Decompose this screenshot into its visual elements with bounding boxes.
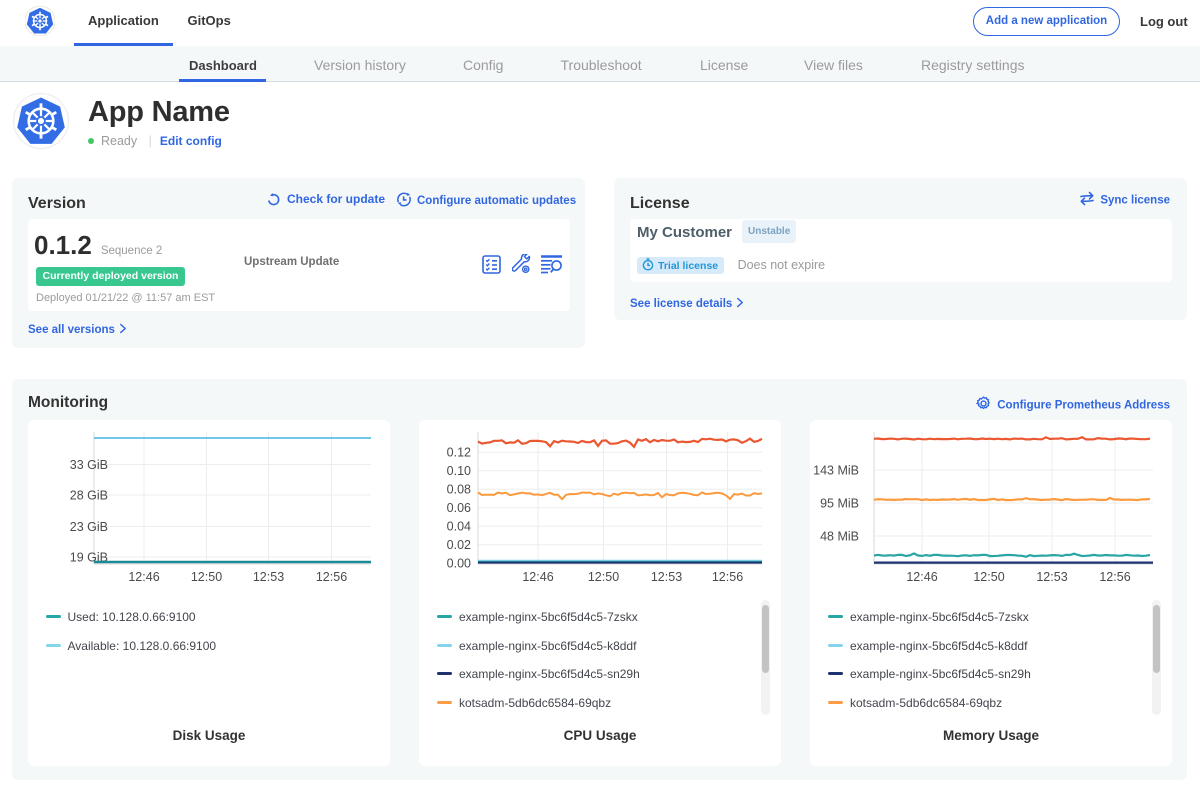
svg-text:12:56: 12:56 [712,570,743,584]
svg-text:0.12: 0.12 [447,446,471,460]
svg-text:33 GiB: 33 GiB [70,458,108,472]
svg-text:12:46: 12:46 [906,570,937,584]
svg-text:0.00: 0.00 [447,557,471,571]
svg-text:48 MiB: 48 MiB [820,530,859,544]
svg-text:12:53: 12:53 [1036,570,1067,584]
svg-text:28 GiB: 28 GiB [70,489,108,503]
svg-text:12:56: 12:56 [316,570,347,584]
svg-text:0.02: 0.02 [447,538,471,552]
svg-text:12:50: 12:50 [191,570,222,584]
svg-text:12:46: 12:46 [522,570,553,584]
svg-text:0.06: 0.06 [447,501,471,515]
svg-text:143 MiB: 143 MiB [813,464,859,478]
svg-text:12:53: 12:53 [253,570,284,584]
svg-text:0.04: 0.04 [447,520,471,534]
svg-text:12:46: 12:46 [128,570,159,584]
svg-text:12:50: 12:50 [973,570,1004,584]
svg-text:23 GiB: 23 GiB [70,520,108,534]
svg-text:0.10: 0.10 [447,464,471,478]
svg-text:95 MiB: 95 MiB [820,497,859,511]
svg-text:12:56: 12:56 [1099,570,1130,584]
svg-text:0.08: 0.08 [447,483,471,497]
svg-text:12:53: 12:53 [651,570,682,584]
svg-text:12:50: 12:50 [588,570,619,584]
